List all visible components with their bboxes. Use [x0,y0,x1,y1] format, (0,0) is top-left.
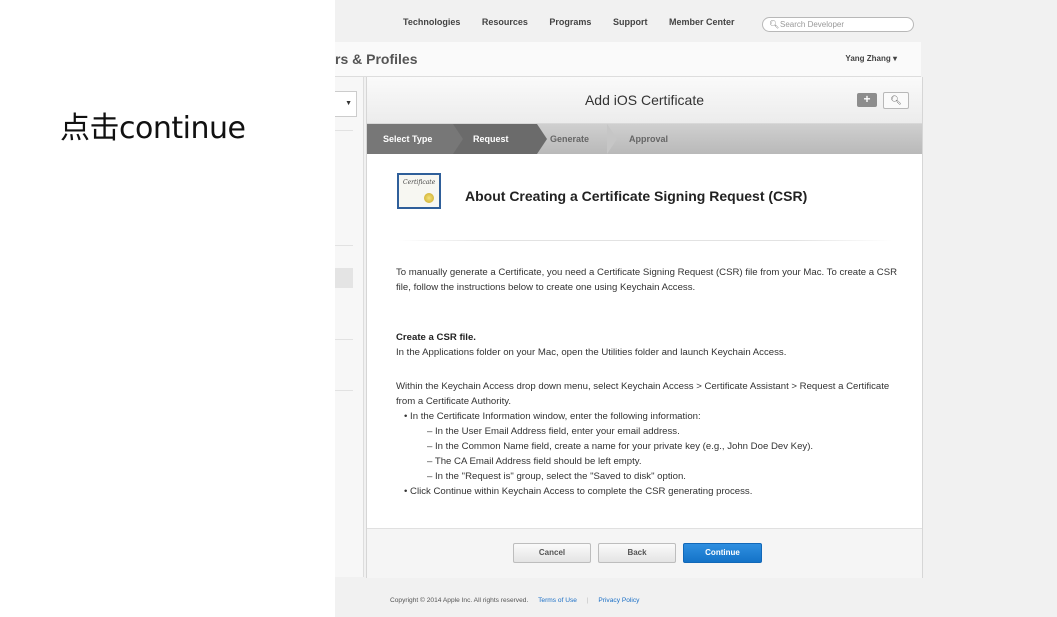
page-title: rs & Profiles [335,51,418,67]
step-approval: Approval [629,134,669,144]
csr-text: In the Applications folder on your Mac, … [396,347,787,358]
panel-search-button[interactable]: 🔍︎ [883,92,909,109]
sidebar-divider [335,390,353,391]
main-panel: Add iOS Certificate + 🔍︎ Select Type Req… [366,77,923,578]
cancel-button[interactable]: Cancel [513,543,591,563]
copyright-text: Copyright © 2014 Apple Inc. All rights r… [390,597,529,604]
menu-text: Within the Keychain Access drop down men… [396,381,890,407]
add-button[interactable]: + [857,93,877,107]
instructions-section: Within the Keychain Access drop down men… [396,379,906,499]
step-generate: Generate [550,134,590,144]
step-chevron [607,124,617,154]
nav-links: Technologies Resources Programs Support … [403,17,754,27]
platform-dropdown[interactable]: ▼ [335,91,357,117]
screenshot-area: Technologies Resources Programs Support … [335,0,1057,617]
csr-section: Create a CSR file. In the Applications f… [396,330,906,360]
certificate-icon: Certificate [397,173,441,209]
annotation-text: 点击continue [60,111,246,146]
sidebar-divider [335,339,353,340]
chevron-down-icon: ▼ [345,100,352,107]
search-input[interactable]: 🔍︎ Search Developer [762,17,914,32]
sidebar-divider [335,130,353,131]
list-item: – In the User Email Address field, enter… [427,426,680,437]
user-menu[interactable]: Yang Zhang ▾ [845,54,897,63]
nav-support[interactable]: Support [613,17,648,27]
terms-link[interactable]: Terms of Use [538,597,577,604]
sidebar: ▼ [335,77,364,577]
action-bar: Cancel Back Continue [367,528,922,578]
sidebar-divider [335,245,353,246]
page-header: rs & Profiles Yang Zhang ▾ [335,42,921,77]
sidebar-item-selected[interactable] [335,268,353,288]
search-icon: 🔍︎ [890,95,902,105]
plus-icon: + [863,92,871,106]
privacy-link[interactable]: Privacy Policy [598,597,639,604]
panel-header: Add iOS Certificate + 🔍︎ [367,77,922,124]
search-icon: 🔍︎ [769,20,780,29]
page-footer: Copyright © 2014 Apple Inc. All rights r… [390,597,639,604]
step-chevron [453,124,463,154]
back-button[interactable]: Back [598,543,676,563]
section-heading: About Creating a Certificate Signing Req… [465,188,808,204]
nav-technologies[interactable]: Technologies [403,17,460,27]
list-item: – The CA Email Address field should be l… [427,456,642,467]
top-navigation: Technologies Resources Programs Support … [335,0,1057,42]
list-item: – In the Common Name field, create a nam… [427,441,814,452]
csr-title: Create a CSR file. [396,332,476,343]
step-progress-bar: Select Type Request Generate Approval [367,124,922,154]
footer-separator: | [586,597,589,604]
intro-paragraph: To manually generate a Certificate, you … [396,267,898,293]
search-placeholder: Search Developer [780,20,845,29]
nav-programs[interactable]: Programs [549,17,591,27]
nav-resources[interactable]: Resources [482,17,528,27]
continue-button[interactable]: Continue [683,543,762,563]
list-item: – In the "Request is" group, select the … [427,471,686,482]
list-item: • Click Continue within Keychain Access … [404,486,753,497]
list-item: • In the Certificate Information window,… [404,411,701,422]
step-request: Request [453,124,537,154]
nav-member-center[interactable]: Member Center [669,17,735,27]
divider [397,240,892,241]
panel-title: Add iOS Certificate [584,92,705,108]
step-select-type: Select Type [367,124,453,154]
